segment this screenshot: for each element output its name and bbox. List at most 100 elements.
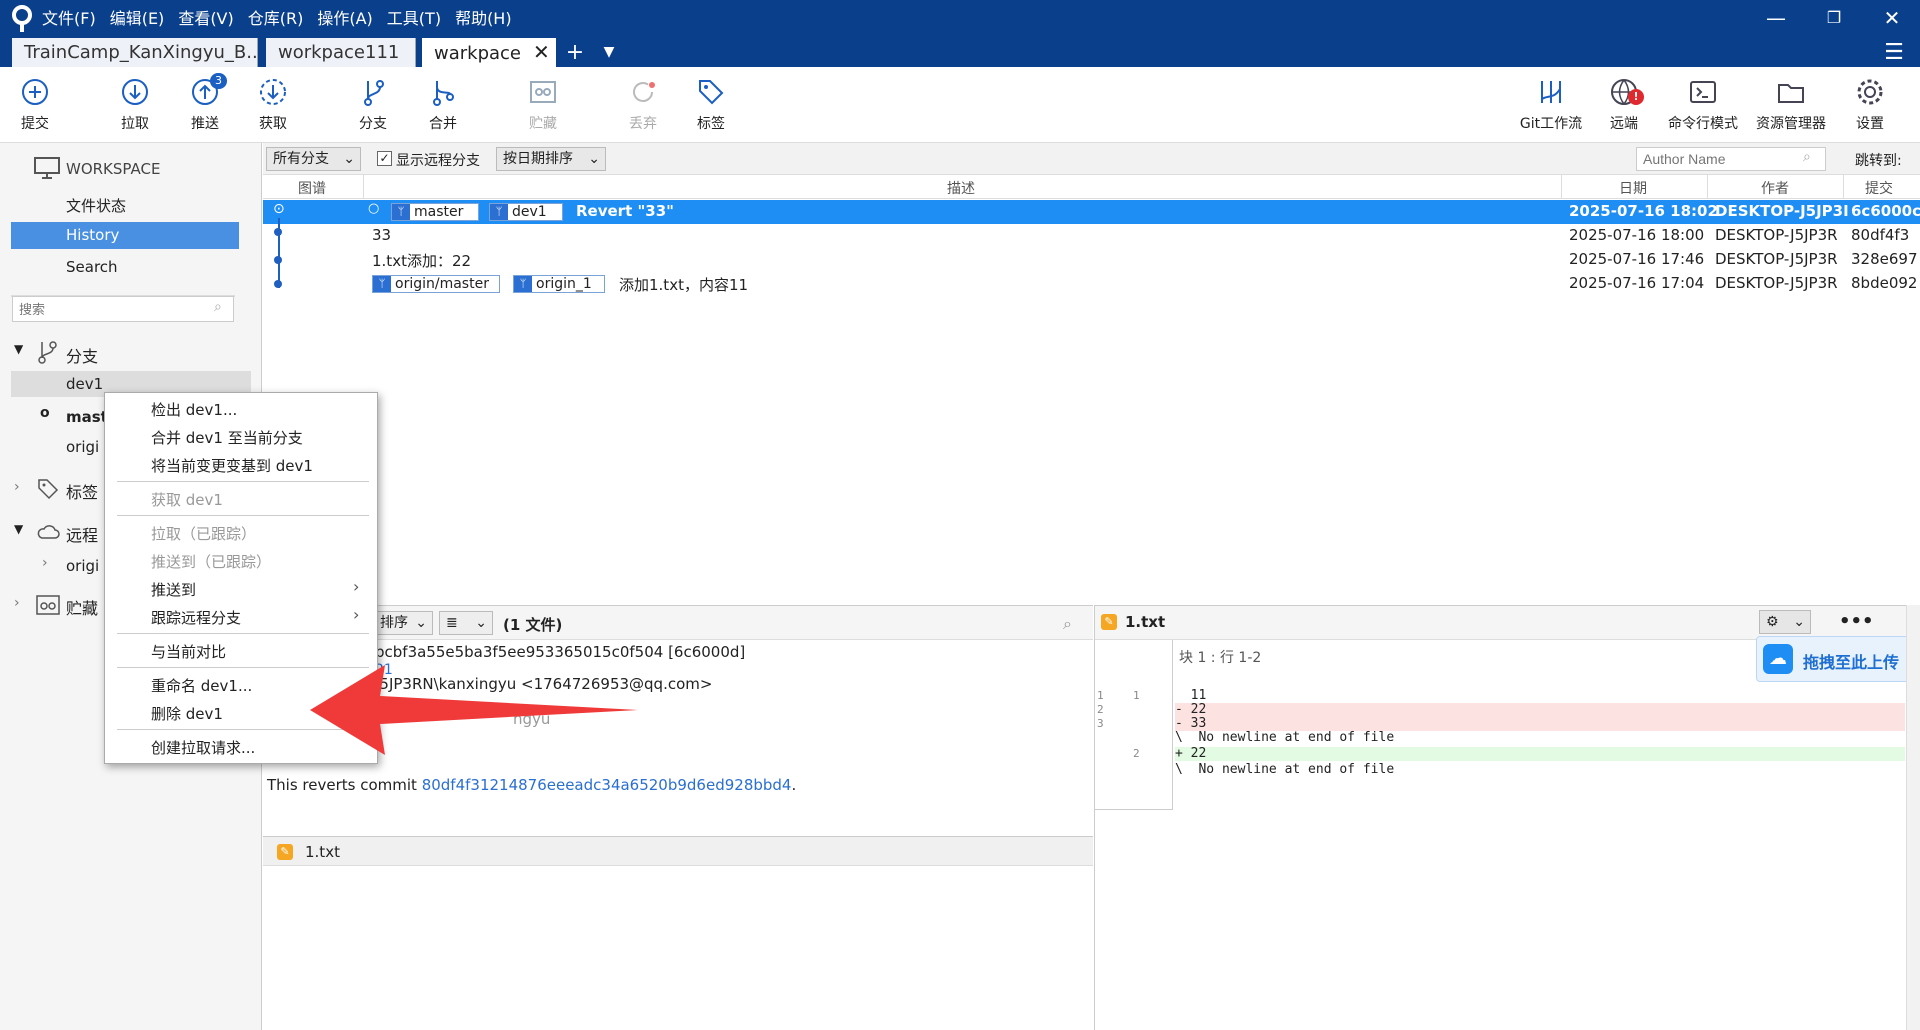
commit-button[interactable]: 提交 bbox=[2, 77, 68, 133]
tag-button[interactable]: 标签 bbox=[678, 77, 744, 133]
menu-actions[interactable]: 操作(A) bbox=[317, 6, 372, 32]
branches-heading[interactable]: 分支 bbox=[66, 343, 98, 367]
repo-tab-traincamp[interactable]: TrainCamp_KanXingyu_B... bbox=[12, 38, 258, 67]
diff-line: \ No newline at end of file bbox=[1175, 730, 1395, 745]
pull-button[interactable]: 拉取 bbox=[102, 77, 168, 133]
remote-label: 远端 bbox=[1610, 116, 1638, 132]
branch-icon bbox=[364, 80, 384, 106]
menu-item-create-pr[interactable]: 创建拉取请求... bbox=[151, 737, 255, 758]
merge-button[interactable]: 合并 bbox=[410, 77, 476, 133]
sidebar-item-file-status[interactable]: 文件状态 bbox=[66, 195, 126, 216]
fetch-button[interactable]: 获取 bbox=[240, 77, 306, 133]
menu-item-rebase[interactable]: 将当前变更变基到 dev1 bbox=[151, 455, 313, 476]
diff-settings-dropdown[interactable]: ⚙ ⌄ bbox=[1759, 610, 1811, 634]
chevron-right-icon[interactable]: › bbox=[42, 555, 48, 571]
discard-button[interactable]: 丢弃 bbox=[610, 77, 676, 133]
terminal-button[interactable]: 命令行模式 bbox=[1660, 77, 1746, 133]
sidebar-item-history[interactable]: History bbox=[11, 222, 239, 249]
col-author[interactable]: 作者 bbox=[1761, 178, 1789, 198]
explorer-button[interactable]: 资源管理器 bbox=[1748, 77, 1834, 133]
menu-item-push-tracked[interactable]: 推送到（已跟踪） bbox=[151, 551, 271, 572]
branch-icon: ᛘ bbox=[392, 204, 410, 220]
branch-button[interactable]: 分支 bbox=[340, 77, 406, 133]
menu-help[interactable]: 帮助(H) bbox=[455, 6, 512, 32]
repo-tab-workpace111[interactable]: workpace111 bbox=[266, 38, 416, 67]
restore-icon[interactable]: ❐ bbox=[1814, 4, 1854, 32]
revert-commit-link[interactable]: 80df4f31214876eeeadc34a6520b9d6ed928bbd4 bbox=[422, 776, 792, 794]
menu-item-pull-tracked[interactable]: 拉取（已跟踪） bbox=[151, 523, 256, 544]
commit-author: DESKTOP-J5JP3R bbox=[1715, 226, 1838, 244]
menu-item-merge[interactable]: 合并 dev1 至当前分支 bbox=[151, 427, 303, 448]
annotation-arrow-icon bbox=[310, 665, 638, 755]
chevron-down-icon[interactable]: ▼ bbox=[14, 342, 23, 356]
sidebar-search-input[interactable] bbox=[12, 296, 234, 322]
push-label: 推送 bbox=[191, 116, 219, 132]
chevron-right-icon[interactable]: › bbox=[14, 479, 20, 495]
chevron-down-icon[interactable]: ▼ bbox=[14, 522, 23, 536]
menu-view[interactable]: 查看(V) bbox=[178, 6, 233, 32]
branch-filter-dropdown[interactable]: 所有分支 ⌄ bbox=[266, 147, 361, 171]
tab-list-chevron-icon[interactable]: ▼ bbox=[596, 38, 622, 67]
stash-button[interactable]: 贮藏 bbox=[510, 77, 576, 133]
graph-node bbox=[274, 228, 282, 236]
stash-heading[interactable]: 贮藏 bbox=[66, 595, 98, 619]
menu-item-fetch[interactable]: 获取 dev1 bbox=[151, 489, 223, 510]
show-remote-label: 显示远程分支 bbox=[396, 153, 480, 169]
close-window-icon[interactable]: ✕ bbox=[1872, 4, 1912, 32]
settings-button[interactable]: 设置 bbox=[1838, 77, 1902, 133]
changed-file-row[interactable]: ✎ 1.txt bbox=[263, 836, 1093, 866]
menu-item-rename[interactable]: 重命名 dev1... bbox=[151, 675, 252, 696]
menu-item-track-remote[interactable]: 跟踪远程分支 bbox=[151, 607, 241, 628]
commit-row[interactable]: 1.txt添加：22 2025-07-16 17:46 DESKTOP-J5JP… bbox=[263, 248, 1920, 272]
upload-drop-button[interactable]: ☁ 拖拽至此上传 bbox=[1756, 636, 1920, 682]
sidebar-item-search[interactable]: Search bbox=[66, 258, 118, 276]
cloud-upload-icon: ☁ bbox=[1763, 644, 1793, 674]
menu-item-push-to[interactable]: 推送到 bbox=[151, 579, 196, 600]
more-options-icon[interactable]: ••• bbox=[1839, 611, 1874, 632]
sort-dropdown[interactable]: 按日期排序 ⌄ bbox=[496, 147, 606, 171]
branch-tag-origin-1[interactable]: ᛘ origin_1 bbox=[513, 275, 605, 293]
author-filter-input[interactable] bbox=[1636, 147, 1826, 171]
remotes-heading[interactable]: 远程 bbox=[66, 522, 98, 546]
file-sort-dropdown[interactable]: 排序 ⌄ bbox=[373, 611, 433, 635]
menu-repo[interactable]: 仓库(R) bbox=[248, 6, 304, 32]
sidebar-branch-origin[interactable]: origi bbox=[66, 438, 99, 456]
menu-edit[interactable]: 编辑(E) bbox=[110, 6, 165, 32]
remote-button[interactable]: ! 远端 bbox=[1592, 77, 1656, 133]
col-description[interactable]: 描述 bbox=[947, 178, 975, 198]
col-commit[interactable]: 提交 bbox=[1865, 178, 1893, 198]
sidebar-branch-master[interactable]: mast bbox=[66, 408, 108, 426]
hamburger-icon[interactable]: ☰ bbox=[1876, 38, 1912, 67]
push-button[interactable]: 3 推送 bbox=[172, 73, 238, 133]
minimize-icon[interactable]: — bbox=[1756, 4, 1796, 32]
search-icon[interactable]: ⌕ bbox=[1063, 614, 1072, 634]
diff-scrollbar[interactable] bbox=[1906, 605, 1920, 1030]
pull-label: 拉取 bbox=[121, 116, 149, 132]
show-remote-checkbox[interactable]: ✓ bbox=[377, 151, 392, 166]
col-date[interactable]: 日期 bbox=[1619, 178, 1647, 198]
sidebar-remote-origin[interactable]: origi bbox=[66, 557, 99, 575]
chevron-right-icon[interactable]: › bbox=[14, 595, 20, 611]
commit-icon bbox=[22, 79, 48, 105]
commit-row[interactable]: ᛘ origin/master ᛘ origin_1 添加1.txt，内容11 20… bbox=[263, 272, 1920, 296]
branch-tag-dev1[interactable]: ᛘ dev1 bbox=[489, 203, 563, 221]
branch-tag-origin-master[interactable]: ᛘ origin/master bbox=[372, 275, 500, 293]
menu-tools[interactable]: 工具(T) bbox=[387, 6, 441, 32]
branch-tag-master[interactable]: ᛘ master bbox=[391, 203, 479, 221]
commit-row[interactable]: 33 2025-07-16 18:00 DESKTOP-J5JP3R 80df4… bbox=[263, 224, 1920, 248]
view-mode-dropdown[interactable]: ≣ ⌄ bbox=[439, 611, 493, 635]
toolbar: 提交 拉取 3 推送 获取 分支 合并 贮藏 丢弃 标签 Git工作流 ! 远端… bbox=[0, 67, 1920, 143]
menu-item-delete[interactable]: 删除 dev1 bbox=[151, 703, 223, 724]
add-tab-icon[interactable]: + bbox=[560, 38, 590, 67]
menu-item-checkout[interactable]: 检出 dev1... bbox=[151, 399, 237, 420]
commit-author: DESKTOP-J5JP3R bbox=[1715, 250, 1838, 268]
gitflow-button[interactable]: Git工作流 bbox=[1512, 77, 1590, 133]
commit-row[interactable]: ⊙ ○ ᛘ master ᛘ dev1 Revert "33" 2025-07-16… bbox=[263, 200, 1920, 224]
repo-tab-warkpace[interactable]: warkpace ✕ bbox=[422, 38, 556, 67]
close-tab-icon[interactable]: ✕ bbox=[533, 40, 550, 64]
col-graph[interactable]: 图谱 bbox=[298, 178, 326, 198]
menu-file[interactable]: 文件(F) bbox=[42, 6, 96, 32]
menu-item-diff-current[interactable]: 与当前对比 bbox=[151, 641, 226, 662]
tags-heading[interactable]: 标签 bbox=[66, 479, 98, 503]
explorer-label: 资源管理器 bbox=[1756, 116, 1826, 132]
